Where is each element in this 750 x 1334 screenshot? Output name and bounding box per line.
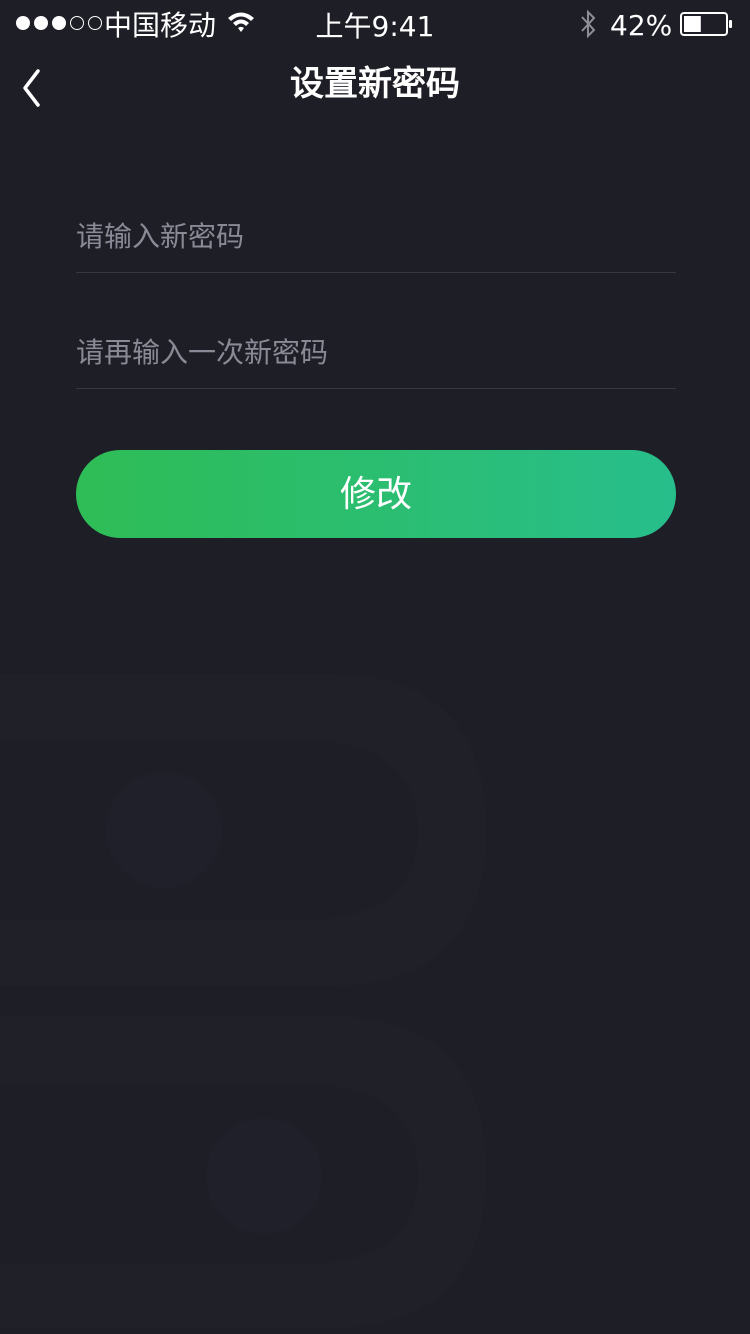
- status-bar: 中国移动 上午9:41 42%: [0, 0, 750, 52]
- new-password-field[interactable]: [76, 200, 676, 272]
- page-title: 设置新密码: [290, 64, 460, 104]
- confirm-password-field[interactable]: [76, 316, 676, 388]
- confirm-password-field-container: [76, 316, 676, 389]
- battery-icon: [680, 12, 732, 36]
- background-decoration: [0, 674, 486, 1328]
- screen: 中国移动 上午9:41 42% 设置新密码 修改: [0, 0, 750, 1334]
- new-password-field-container: [76, 200, 676, 273]
- battery-percent: 42%: [610, 9, 673, 42]
- bluetooth-icon: [581, 9, 596, 39]
- navigation-bar: 设置新密码: [0, 52, 750, 116]
- submit-button[interactable]: 修改: [76, 450, 676, 538]
